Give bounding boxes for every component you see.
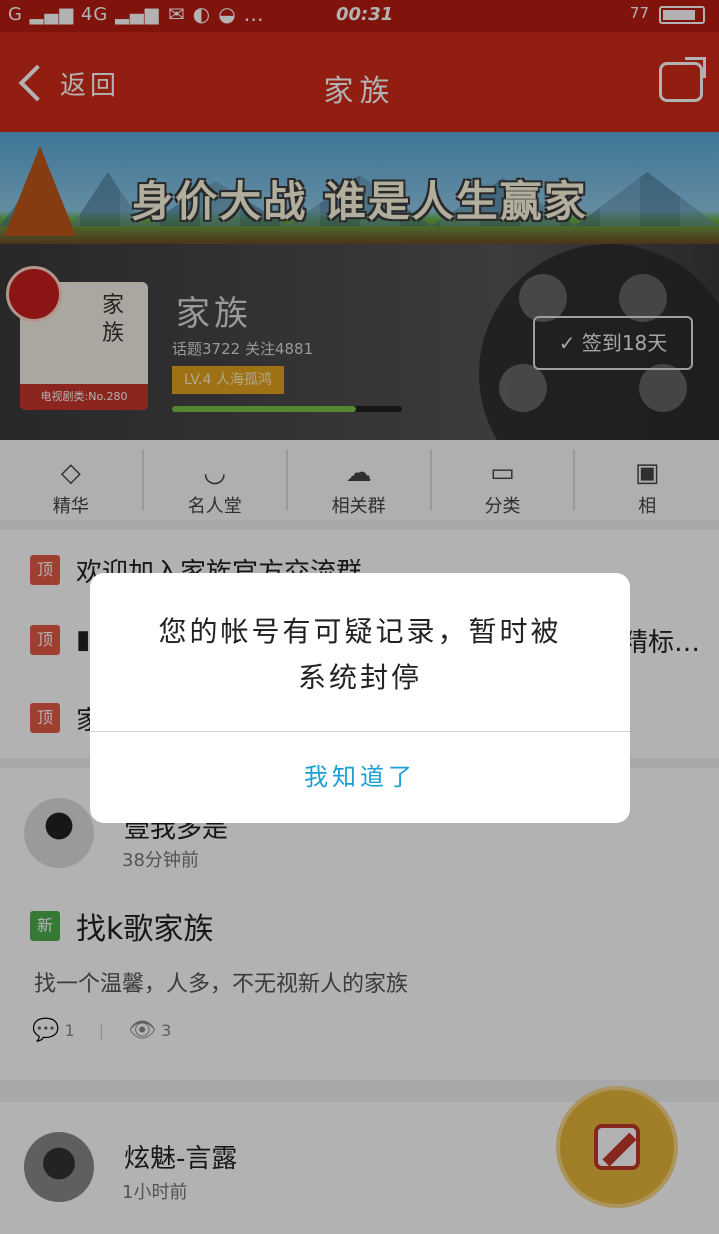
dialog-message-line: 您的帐号有可疑记录，暂时被 <box>158 615 562 648</box>
dialog-confirm-button[interactable]: 我知道了 <box>90 732 630 823</box>
dialog-message: 您的帐号有可疑记录，暂时被 系统封停 <box>130 609 590 701</box>
alert-dialog: 您的帐号有可疑记录，暂时被 系统封停 我知道了 <box>90 573 630 823</box>
dialog-message-line: 系统封停 <box>297 661 422 694</box>
